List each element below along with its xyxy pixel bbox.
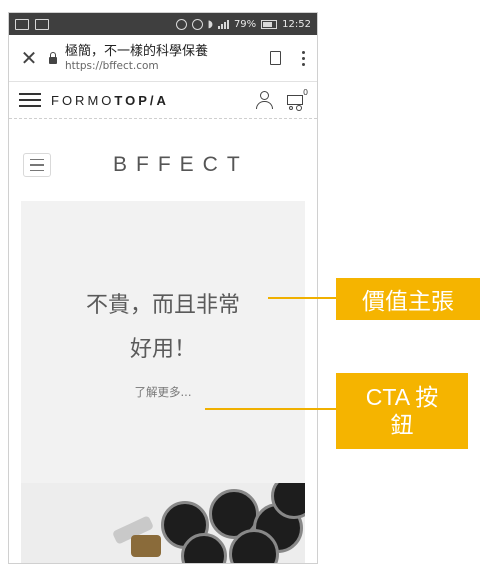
cta-connector — [205, 408, 336, 410]
more-options-button[interactable] — [289, 50, 317, 66]
clock: 12:52 — [282, 18, 311, 30]
alarm-icon — [191, 18, 203, 30]
phone-screen: ◗ 79% 12:52 ✕ 極簡，不一樣的科學保養 https://bffect… — [8, 12, 318, 564]
hero-headline-2: 好用！ — [129, 337, 196, 362]
bookmark-icon — [269, 51, 281, 65]
battery-percent: 79% — [233, 18, 257, 30]
page-title: 極簡，不一樣的科學保養 — [65, 43, 209, 59]
cart-count: 0 — [303, 88, 309, 97]
site-header: FORMOTOP/A 0 — [9, 82, 317, 119]
brand-logo[interactable]: BFFECT — [113, 153, 249, 177]
close-tab-button[interactable]: ✕ — [9, 46, 49, 70]
sync-icon — [175, 18, 187, 30]
brand-menu-button[interactable] — [23, 153, 51, 177]
hero-banner: 不貴，而且非常 好用！ 了解更多... — [21, 201, 305, 483]
signal-icon — [217, 19, 229, 29]
image-icon — [15, 18, 29, 30]
site-menu-button[interactable] — [19, 93, 41, 107]
value-prop-callout: 價值主張 — [336, 278, 480, 320]
battery-icon — [261, 19, 278, 29]
lock-icon — [49, 51, 57, 64]
browser-toolbar: ✕ 極簡，不一樣的科學保養 https://bffect.com — [9, 35, 317, 82]
brand-bar: BFFECT — [9, 119, 317, 189]
hero-headline: 不貴，而且非常 — [85, 293, 240, 318]
product-photo — [21, 483, 305, 563]
mail-icon — [35, 18, 49, 30]
cart-icon[interactable]: 0 — [285, 88, 309, 110]
cta-callout: CTA 按 鈕 — [336, 373, 468, 449]
address-bar[interactable]: 極簡，不一樣的科學保養 https://bffect.com — [65, 44, 261, 73]
wifi-icon: ◗ — [207, 18, 213, 30]
page-url: https://bffect.com — [65, 59, 159, 72]
account-icon[interactable] — [255, 91, 273, 109]
formotopia-logo[interactable]: FORMOTOP/A — [51, 93, 169, 108]
learn-more-link[interactable]: 了解更多... — [21, 384, 305, 400]
value-prop-connector — [268, 297, 336, 299]
status-bar: ◗ 79% 12:52 — [9, 13, 317, 35]
bookmark-button[interactable] — [261, 51, 289, 65]
